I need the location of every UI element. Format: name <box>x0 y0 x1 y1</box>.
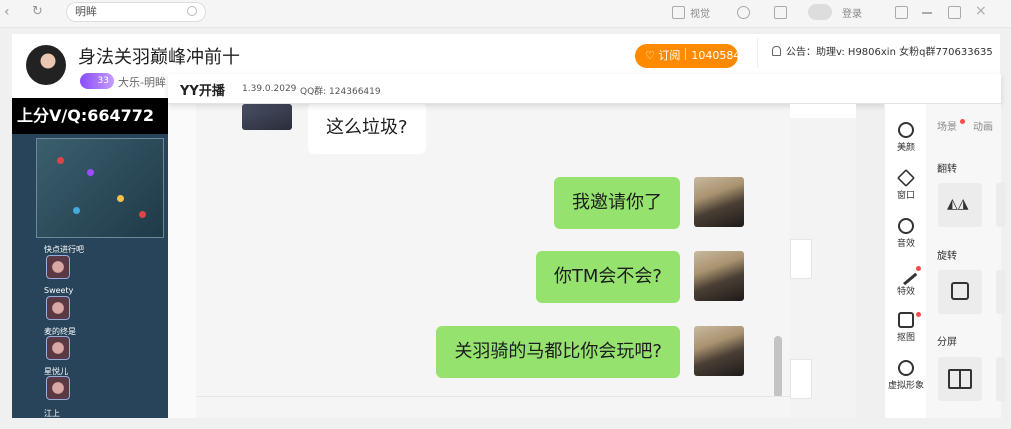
tool-virtual-avatar[interactable]: 虚拟形象 <box>885 360 927 391</box>
map-marker <box>57 157 64 164</box>
refresh-icon[interactable]: ↻ <box>32 4 43 19</box>
search-input-value: 明眸 <box>75 5 97 18</box>
subscribe-count: 1040584 <box>691 49 741 62</box>
tool-label: 特效 <box>896 287 915 297</box>
rotate-icon <box>951 282 969 300</box>
user-avatar <box>694 326 744 376</box>
tab-animation[interactable]: 动画 <box>973 122 993 133</box>
new-dot <box>916 266 921 271</box>
player-portrait <box>46 376 70 400</box>
yy-titlebar: YY开播 1.39.0.2029 QQ群: 124366419 <box>168 74 1001 104</box>
tool-cutout[interactable]: 抠图 <box>885 312 927 343</box>
chat-scrollbar[interactable] <box>774 336 782 398</box>
subscribe-button[interactable]: ♡ 订阅 1040584 <box>635 44 741 68</box>
chat-message-right: 我邀请你了 <box>554 177 680 229</box>
tool-sound[interactable]: 音效 <box>885 218 927 249</box>
rotate-button[interactable] <box>938 270 982 314</box>
tab-scene[interactable]: 场景 <box>937 122 957 133</box>
tool-label: 虚拟形象 <box>887 381 924 391</box>
sound-icon <box>898 218 914 234</box>
split-screen-alt-button[interactable] <box>996 357 1006 401</box>
maximize-icon[interactable] <box>948 6 961 19</box>
chat-toolbar <box>196 396 790 418</box>
yy-title: YY开播 <box>180 84 225 99</box>
login-link[interactable]: 登录 <box>842 5 862 20</box>
player-portrait <box>46 296 70 320</box>
beauty-icon <box>898 122 914 138</box>
clock-icon[interactable] <box>737 6 750 19</box>
search-input[interactable]: 明眸 <box>66 2 206 22</box>
section-split-label: 分屏 <box>937 337 957 348</box>
new-dot <box>960 119 965 124</box>
magic-wand-icon <box>894 262 918 286</box>
heart-icon: ♡ <box>645 49 655 62</box>
split-screen-button[interactable] <box>938 357 982 401</box>
player-name: 江上 <box>44 409 60 418</box>
tool-window[interactable]: 窗口 <box>885 168 927 201</box>
room-title: 身法关羽巅峰冲前十 <box>78 47 240 68</box>
section-rotate-label: 旋转 <box>937 251 957 262</box>
tool-effects[interactable]: 特效 <box>885 262 927 297</box>
rotate-ccw-button[interactable] <box>996 270 1006 314</box>
game-minimap <box>36 138 164 238</box>
map-marker <box>73 207 80 214</box>
menu-icon[interactable] <box>895 6 908 19</box>
subscribe-label: 订阅 <box>658 49 681 62</box>
chat-message-right: 你TM会不会? <box>535 251 680 303</box>
close-icon[interactable]: × <box>975 3 987 19</box>
tool-label: 窗口 <box>896 191 915 201</box>
avatar-bear-icon <box>898 360 914 376</box>
background-panel <box>790 104 856 418</box>
level-badge: 33 <box>80 73 114 89</box>
player-name: 快点进行吧 <box>44 245 84 254</box>
flip-vertical-button[interactable] <box>996 183 1006 227</box>
player-portrait <box>46 336 70 360</box>
section-flip-label: 翻转 <box>937 164 957 175</box>
upload-icon[interactable] <box>774 6 787 19</box>
yy-qq-group: QQ群: 124366419 <box>300 87 381 97</box>
player-name: Sweety <box>44 286 74 295</box>
yy-version: 1.39.0.2029 <box>242 84 297 94</box>
notice-bar: 公告：助理v: H9806xin 女粉q群770633635 <box>757 38 1007 68</box>
browser-toolbar: ‹ ↻ 明眸 视觉 登录 × <box>0 0 1011 28</box>
user-avatar[interactable] <box>808 4 832 20</box>
options-tabs: 场景 动画 <box>926 118 993 133</box>
tool-label: 音效 <box>896 239 915 249</box>
notice-text: 公告：助理v: H9806xin 女粉q群770633635 <box>786 47 993 58</box>
tool-beauty[interactable]: 美颜 <box>885 122 927 153</box>
user-avatar <box>694 177 744 227</box>
bell-icon <box>772 46 781 56</box>
new-dot <box>916 312 921 317</box>
map-marker <box>87 169 94 176</box>
chat-window: 这么垃圾? 我邀请你了 你TM会不会? 关羽骑的马都比你会玩吧? <box>196 104 790 418</box>
stream-video[interactable]: 上分V/Q:664772 快点进行吧 Sweety 麦的终是 星悦儿 江上 <box>12 98 168 418</box>
player-portrait <box>46 255 70 279</box>
minimize-icon[interactable] <box>922 12 932 14</box>
layers-icon <box>896 168 916 188</box>
streamer-name[interactable]: 大乐-明眸 <box>118 74 166 90</box>
chat-message-left: 这么垃圾? <box>308 104 426 154</box>
flip-icon: ◭◮ <box>947 196 969 212</box>
flip-horizontal-button[interactable]: ◭◮ <box>938 183 982 227</box>
top-label-1[interactable]: 视觉 <box>690 5 710 20</box>
video-banner: 上分V/Q:664772 <box>12 98 168 134</box>
search-icon[interactable] <box>187 6 197 16</box>
back-icon[interactable]: ‹ <box>4 4 10 20</box>
contact-avatar <box>242 104 292 130</box>
tool-label: 抠图 <box>896 333 915 343</box>
user-avatar <box>694 251 744 301</box>
streamer-avatar[interactable] <box>26 45 66 85</box>
cutout-icon <box>898 312 914 328</box>
tool-sidebar: 美颜 窗口 音效 特效 抠图 虚拟形象 <box>884 104 926 418</box>
chat-message-right: 关羽骑的马都比你会玩吧? <box>436 326 680 378</box>
grid-icon[interactable] <box>672 6 685 19</box>
tool-label: 美颜 <box>896 143 915 153</box>
map-marker <box>139 211 146 218</box>
map-marker <box>117 195 124 202</box>
